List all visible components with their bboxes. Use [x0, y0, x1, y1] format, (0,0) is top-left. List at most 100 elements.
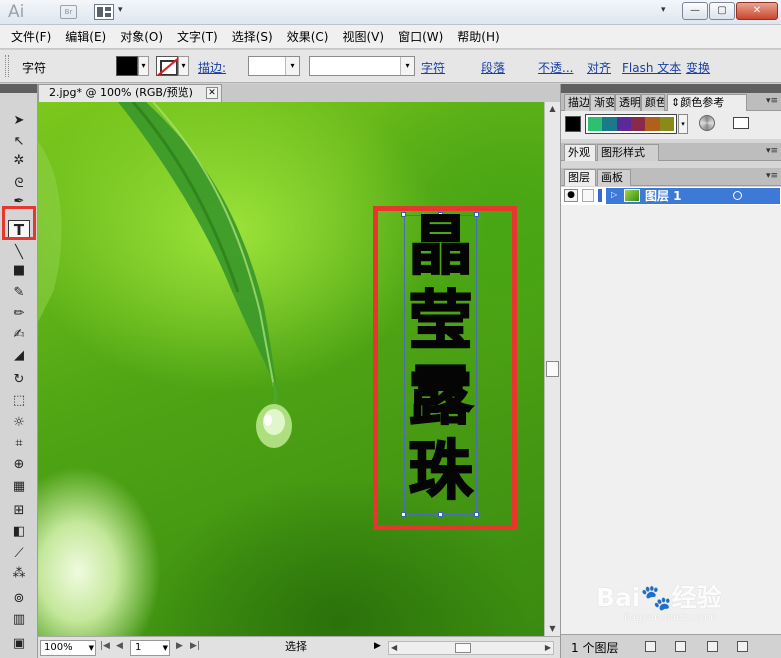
stroke-label[interactable]: 描边:: [198, 59, 226, 76]
document-tab[interactable]: 2.jpg* @ 100% (RGB/预览): [38, 84, 222, 102]
scale-icon[interactable]: ⬚: [8, 392, 30, 410]
character-link[interactable]: 字符: [421, 59, 445, 76]
harmony-dropdown[interactable]: ▾: [678, 114, 688, 134]
scroll-down-icon[interactable]: ▼: [545, 622, 560, 636]
shape-builder-icon[interactable]: ⊕: [8, 456, 30, 474]
edit-colors-icon[interactable]: [699, 115, 715, 131]
status-menu-icon[interactable]: ▶: [374, 641, 381, 651]
menu-effect[interactable]: 效果(C): [280, 28, 336, 45]
tools-panel-header[interactable]: [0, 84, 37, 93]
tab-layers[interactable]: 图层: [564, 169, 596, 186]
transform-link[interactable]: 变换: [686, 59, 710, 76]
panel-menu-icon[interactable]: ▾≡: [766, 96, 778, 106]
graph-icon[interactable]: ▦: [8, 478, 30, 496]
workspace-switcher-icon[interactable]: [94, 4, 114, 20]
save-color-group-icon[interactable]: [733, 117, 749, 129]
bridge-icon[interactable]: Br: [60, 5, 77, 19]
horizontal-scrollbar[interactable]: ◀ ▶: [388, 641, 554, 655]
fill-dropdown[interactable]: ▾: [138, 56, 149, 76]
harmony-swatch[interactable]: [602, 117, 617, 131]
stroke-none-swatch[interactable]: [156, 56, 178, 76]
font-family-select[interactable]: ▾: [309, 56, 415, 76]
menu-window[interactable]: 窗口(W): [391, 28, 450, 45]
fill-color-swatch[interactable]: [116, 56, 138, 76]
make-clipping-mask-icon[interactable]: [675, 641, 686, 652]
new-sublayer-icon[interactable]: [707, 641, 718, 652]
scroll-thumb[interactable]: [455, 643, 471, 653]
blend-icon[interactable]: ⁂: [8, 565, 30, 583]
eraser-icon[interactable]: ◢: [8, 347, 30, 365]
rectangle-icon[interactable]: ■: [8, 262, 30, 280]
harmony-swatch[interactable]: [616, 117, 631, 131]
direct-selection-icon[interactable]: ↖: [8, 133, 30, 151]
stroke-weight-select[interactable]: ▾: [248, 56, 300, 76]
opacity-link[interactable]: 不透...: [538, 59, 573, 76]
scroll-right-icon[interactable]: ▶: [545, 642, 551, 654]
artboard-select[interactable]: 1 ▼: [130, 640, 170, 656]
base-color-swatch[interactable]: [565, 116, 581, 132]
tab-transparency[interactable]: 透明: [615, 94, 641, 111]
workspace-dropdown-arrow[interactable]: ▾: [118, 5, 123, 15]
harmony-colors[interactable]: [585, 114, 677, 134]
close-button[interactable]: ✕: [736, 2, 778, 20]
mesh-icon[interactable]: ⊞: [8, 502, 30, 520]
column-graph-icon[interactable]: ▥: [8, 611, 30, 629]
panel-dock-header[interactable]: [561, 84, 781, 93]
flash-text-link[interactable]: Flash 文本: [622, 59, 681, 76]
blob-brush-icon[interactable]: ✍: [8, 326, 30, 344]
expand-triangle-icon[interactable]: ▷: [611, 190, 617, 199]
selection-icon[interactable]: ➤: [8, 112, 30, 130]
gradient-icon[interactable]: ◧: [8, 523, 30, 541]
locate-object-icon[interactable]: [645, 641, 656, 652]
control-bar-grip[interactable]: [5, 55, 9, 77]
tab-gradient[interactable]: 渐变: [590, 94, 615, 111]
minimize-button[interactable]: —: [682, 2, 708, 20]
pencil-icon[interactable]: ✏: [8, 305, 30, 323]
tab-color[interactable]: 颜色: [641, 94, 665, 111]
artboard-canvas[interactable]: 晶 莹 露 珠: [38, 102, 544, 636]
lock-toggle[interactable]: [582, 189, 594, 202]
first-artboard-icon[interactable]: |◀: [100, 641, 110, 651]
scroll-up-icon[interactable]: ▲: [545, 102, 560, 116]
tab-stroke[interactable]: 描边: [564, 94, 590, 111]
scroll-thumb[interactable]: [546, 361, 559, 377]
scroll-left-icon[interactable]: ◀: [391, 642, 397, 654]
menu-help[interactable]: 帮助(H): [450, 28, 506, 45]
harmony-swatch[interactable]: [588, 117, 603, 131]
delete-layer-icon[interactable]: [737, 641, 748, 652]
eyedropper-icon[interactable]: ⟋: [8, 545, 30, 563]
tab-color-guide[interactable]: ⇕颜色参考: [667, 94, 747, 111]
rotate-icon[interactable]: ↻: [8, 371, 30, 389]
essentials-dropdown-arrow[interactable]: ▾: [661, 5, 666, 15]
menu-view[interactable]: 视图(V): [335, 28, 391, 45]
vertical-scrollbar[interactable]: ▲ ▼: [544, 102, 560, 636]
zoom-select[interactable]: 100% ▼: [40, 640, 96, 656]
stroke-dropdown[interactable]: ▾: [178, 56, 189, 76]
align-link[interactable]: 对齐: [587, 59, 611, 76]
tab-appearance[interactable]: 外观: [564, 144, 596, 161]
panel-menu-icon[interactable]: ▾≡: [766, 171, 778, 181]
maximize-button[interactable]: ▢: [709, 2, 735, 20]
symbol-sprayer-icon[interactable]: ⊚: [8, 590, 30, 608]
last-artboard-icon[interactable]: ▶|: [190, 641, 200, 651]
tab-graphic-styles[interactable]: 图形样式: [597, 144, 659, 161]
paintbrush-icon[interactable]: ✎: [8, 284, 30, 302]
menu-file[interactable]: 文件(F): [4, 28, 58, 45]
harmony-swatch[interactable]: [630, 117, 646, 131]
artboard-icon[interactable]: ▣: [8, 635, 30, 653]
layer-target-icon[interactable]: [733, 191, 742, 200]
close-icon[interactable]: ✕: [206, 87, 218, 99]
line-icon[interactable]: ╲: [8, 244, 30, 262]
visibility-eye-icon[interactable]: ●: [564, 189, 578, 202]
menu-select[interactable]: 选择(S): [225, 28, 280, 45]
free-transform-icon[interactable]: ⌗: [8, 435, 30, 453]
menu-edit[interactable]: 编辑(E): [58, 28, 113, 45]
prev-artboard-icon[interactable]: ◀: [116, 641, 123, 651]
harmony-swatch[interactable]: [659, 117, 674, 131]
paragraph-link[interactable]: 段落: [481, 59, 505, 76]
warp-icon[interactable]: ☼: [8, 414, 30, 432]
menu-type[interactable]: 文字(T): [170, 28, 225, 45]
next-artboard-icon[interactable]: ▶: [176, 641, 183, 651]
layer-row[interactable]: ● ▷ 图层 1: [561, 187, 781, 205]
magic-wand-icon[interactable]: ✲: [8, 152, 30, 170]
